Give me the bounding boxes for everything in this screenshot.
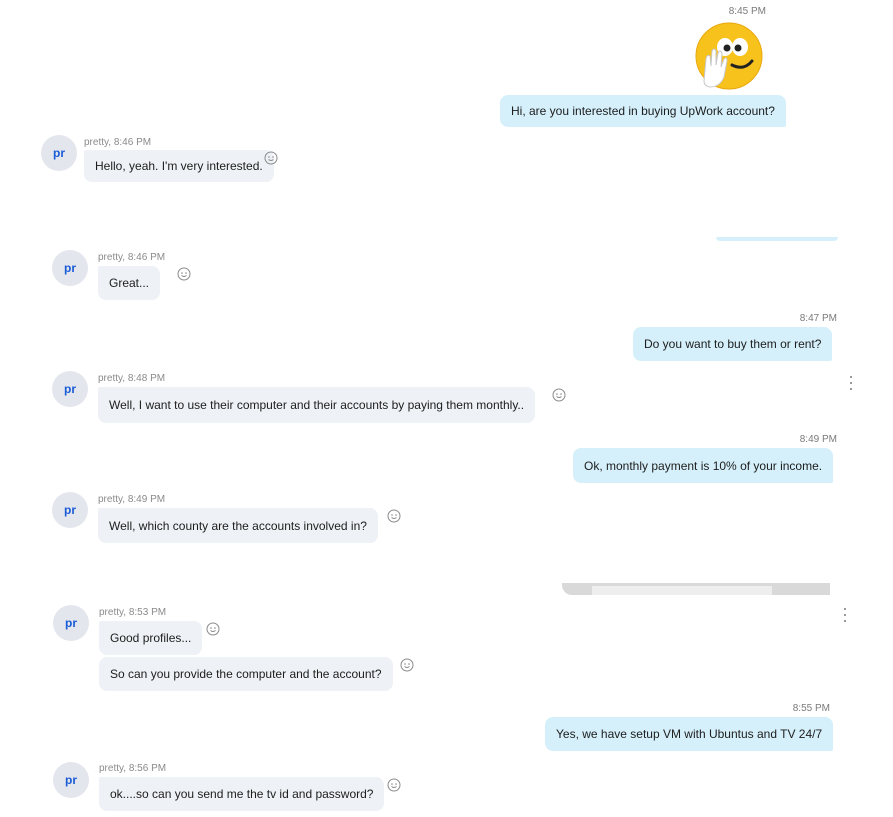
incoming-message-bubble[interactable]: Well, I want to use their computer and t… bbox=[98, 387, 536, 423]
message-text: So can you provide the computer and the … bbox=[110, 667, 382, 681]
smiley-icon[interactable] bbox=[400, 658, 414, 672]
waving-emoji-sticker[interactable] bbox=[694, 21, 764, 91]
incoming-message-bubble[interactable]: ok....so can you send me the tv id and p… bbox=[99, 777, 385, 811]
smiley-icon[interactable] bbox=[206, 622, 220, 636]
smiley-icon[interactable] bbox=[387, 778, 401, 792]
message-sender-time: pretty, 8:48 PM bbox=[98, 373, 166, 384]
message-text: Ok, monthly payment is 10% of your incom… bbox=[584, 458, 823, 473]
avatar[interactable]: pr bbox=[41, 135, 77, 171]
avatar-initials: pr bbox=[65, 616, 77, 630]
message-text: Well, I want to use their computer and t… bbox=[109, 398, 525, 412]
outgoing-message-bubble[interactable]: Ok, monthly payment is 10% of your incom… bbox=[573, 448, 834, 483]
message-time: 8:47 PM bbox=[799, 313, 837, 324]
message-sender-time: pretty, 8:49 PM bbox=[98, 494, 166, 505]
smiley-icon[interactable] bbox=[552, 388, 566, 402]
partial-image-preview[interactable] bbox=[562, 583, 830, 595]
partial-message-bubble bbox=[716, 237, 838, 241]
incoming-message-bubble[interactable]: So can you provide the computer and the … bbox=[99, 657, 393, 691]
message-time: 8:49 PM bbox=[799, 434, 837, 445]
smiley-icon[interactable] bbox=[264, 151, 278, 165]
avatar-initials: pr bbox=[64, 503, 76, 517]
message-sender-time: pretty, 8:56 PM bbox=[99, 763, 167, 774]
outgoing-message-bubble[interactable]: Yes, we have setup VM with Ubuntus and T… bbox=[545, 717, 834, 751]
smiley-icon[interactable] bbox=[387, 509, 401, 523]
more-options-icon[interactable] bbox=[849, 376, 853, 390]
incoming-message-bubble[interactable]: Great... bbox=[98, 266, 161, 300]
avatar[interactable]: pr bbox=[52, 250, 88, 286]
avatar[interactable]: pr bbox=[52, 371, 88, 407]
more-options-icon[interactable] bbox=[843, 608, 847, 622]
outgoing-message-bubble[interactable]: Hi, are you interested in buying UpWork … bbox=[500, 95, 786, 127]
incoming-message-bubble[interactable]: Good profiles... bbox=[99, 621, 203, 655]
smiley-icon[interactable] bbox=[177, 267, 191, 281]
avatar[interactable]: pr bbox=[53, 762, 89, 798]
avatar-initials: pr bbox=[64, 382, 76, 396]
message-sender-time: pretty, 8:53 PM bbox=[99, 607, 167, 618]
message-text: Hello, yeah. I'm very interested. bbox=[95, 159, 263, 173]
message-text: Do you want to buy them or rent? bbox=[644, 337, 822, 351]
message-text: Great... bbox=[109, 276, 150, 290]
avatar-initials: pr bbox=[53, 146, 65, 160]
avatar-initials: pr bbox=[65, 773, 77, 787]
message-text: Good profiles... bbox=[110, 631, 192, 645]
message-text: Hi, are you interested in buying UpWork … bbox=[511, 104, 775, 118]
message-time: 8:55 PM bbox=[792, 703, 830, 714]
avatar[interactable]: pr bbox=[52, 492, 88, 528]
message-sender-time: pretty, 8:46 PM bbox=[98, 252, 166, 263]
message-text: Yes, we have setup VM with Ubuntus and T… bbox=[556, 727, 823, 741]
message-text: Well, which county are the accounts invo… bbox=[109, 518, 367, 533]
message-time: 8:45 PM bbox=[728, 6, 766, 17]
incoming-message-bubble[interactable]: Hello, yeah. I'm very interested. bbox=[84, 150, 274, 182]
avatar[interactable]: pr bbox=[53, 605, 89, 641]
message-sender-time: pretty, 8:46 PM bbox=[84, 137, 152, 148]
message-text: ok....so can you send me the tv id and p… bbox=[110, 787, 374, 801]
avatar-initials: pr bbox=[64, 261, 76, 275]
incoming-message-bubble[interactable]: Well, which county are the accounts invo… bbox=[98, 508, 378, 543]
outgoing-message-bubble[interactable]: Do you want to buy them or rent? bbox=[633, 327, 833, 361]
